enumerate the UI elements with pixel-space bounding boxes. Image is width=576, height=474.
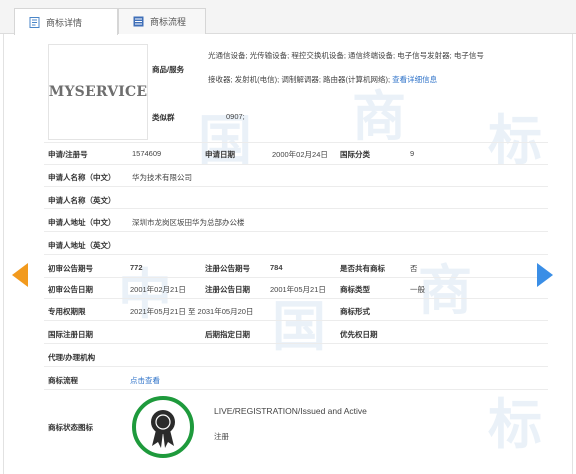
application-date: 2000年02月24日 [272, 150, 328, 159]
previous-arrow-icon[interactable] [12, 263, 28, 287]
process-link[interactable]: 点击查看 [130, 375, 160, 386]
divider [44, 208, 548, 209]
tab-label: 商标详情 [46, 17, 83, 28]
exclusive-term: 2021年05月21日 至 2031年05月20日 [130, 307, 254, 316]
list-icon [133, 16, 144, 27]
divider [44, 366, 548, 367]
shared-value: 否 [410, 264, 418, 273]
applicant-cn: 华为技术有限公司 [132, 173, 192, 182]
trademark-image: MYSERVICE [48, 44, 148, 140]
registered-status-icon [132, 396, 194, 458]
reg-issue-label: 注册公告期号 [205, 264, 250, 273]
status-cn: 注册 [214, 432, 229, 441]
divider [44, 186, 548, 187]
divider [44, 277, 548, 278]
prelim-issue-label: 初审公告期号 [48, 264, 93, 273]
next-arrow-icon[interactable] [537, 263, 553, 287]
address-cn-label: 申请人地址（中文） [48, 218, 116, 227]
reg-date-label: 注册公告日期 [205, 285, 250, 294]
shared-label: 是否共有商标 [340, 264, 385, 273]
status-en: LIVE/REGISTRATION/Issued and Active [214, 406, 367, 416]
applicant-en-label: 申请人名称（英文） [48, 196, 116, 205]
goods-label: 商品/服务 [152, 65, 185, 74]
divider [44, 231, 548, 232]
trademark-image-text: MYSERVICE [48, 84, 148, 100]
tab-label: 商标流程 [150, 17, 187, 27]
divider [44, 320, 548, 321]
document-icon [29, 16, 40, 28]
class-value: 9 [410, 149, 415, 158]
goods-line2: 接收器; 发射机(电信); 调制解调器; 路由器(计算机网络); 查看详细信息 [208, 74, 437, 85]
tab-trademark-detail[interactable]: 商标详情 [14, 8, 118, 35]
application-number-label: 申请/注册号 [48, 150, 88, 159]
status-icon-label: 商标状态图标 [48, 423, 93, 432]
reg-date: 2001年05月21日 [270, 285, 326, 294]
reg-issue-number: 784 [270, 263, 283, 272]
type-value: 一般 [410, 285, 425, 294]
later-designation-label: 后期指定日期 [205, 330, 250, 339]
tab-bar: 商标详情 商标流程 [0, 0, 576, 35]
prelim-date-label: 初审公告日期 [48, 285, 93, 294]
watermark: 标 [488, 392, 542, 456]
type-label: 商标类型 [340, 285, 370, 294]
divider [44, 298, 548, 299]
class-label: 国际分类 [340, 150, 370, 159]
intl-reg-date-label: 国际注册日期 [48, 330, 93, 339]
process-label: 商标流程 [48, 376, 78, 385]
divider [44, 142, 548, 143]
divider [44, 343, 548, 344]
agent-label: 代理/办理机构 [48, 353, 96, 362]
goods-line2-text: 接收器; 发射机(电信); 调制解调器; 路由器(计算机网络); [208, 75, 391, 84]
priority-date-label: 优先权日期 [340, 330, 378, 339]
prelim-date: 2001年02月21日 [130, 285, 186, 294]
applicant-cn-label: 申请人名称（中文） [48, 173, 116, 182]
divider [44, 389, 548, 390]
goods-line1: 光通信设备; 光传输设备; 程控交换机设备; 通信终端设备; 电子信号发射器; … [208, 51, 484, 60]
application-number: 1574609 [132, 149, 162, 158]
detail-link[interactable]: 查看详细信息 [392, 75, 437, 84]
similar-group-value: 0907; [226, 112, 245, 121]
address-cn: 深圳市龙岗区坂田华为总部办公楼 [132, 218, 245, 227]
similar-group-label: 类似群 [152, 113, 175, 122]
address-en-label: 申请人地址（英文） [48, 241, 116, 250]
divider [44, 164, 548, 165]
watermark: 商 [418, 258, 472, 322]
application-date-label: 申请日期 [205, 150, 235, 159]
tab-trademark-process[interactable]: 商标流程 [118, 8, 206, 34]
exclusive-term-label: 专用权期限 [48, 307, 86, 316]
form-label: 商标形式 [340, 307, 370, 316]
divider [44, 254, 548, 255]
prelim-issue-number: 772 [130, 263, 143, 272]
